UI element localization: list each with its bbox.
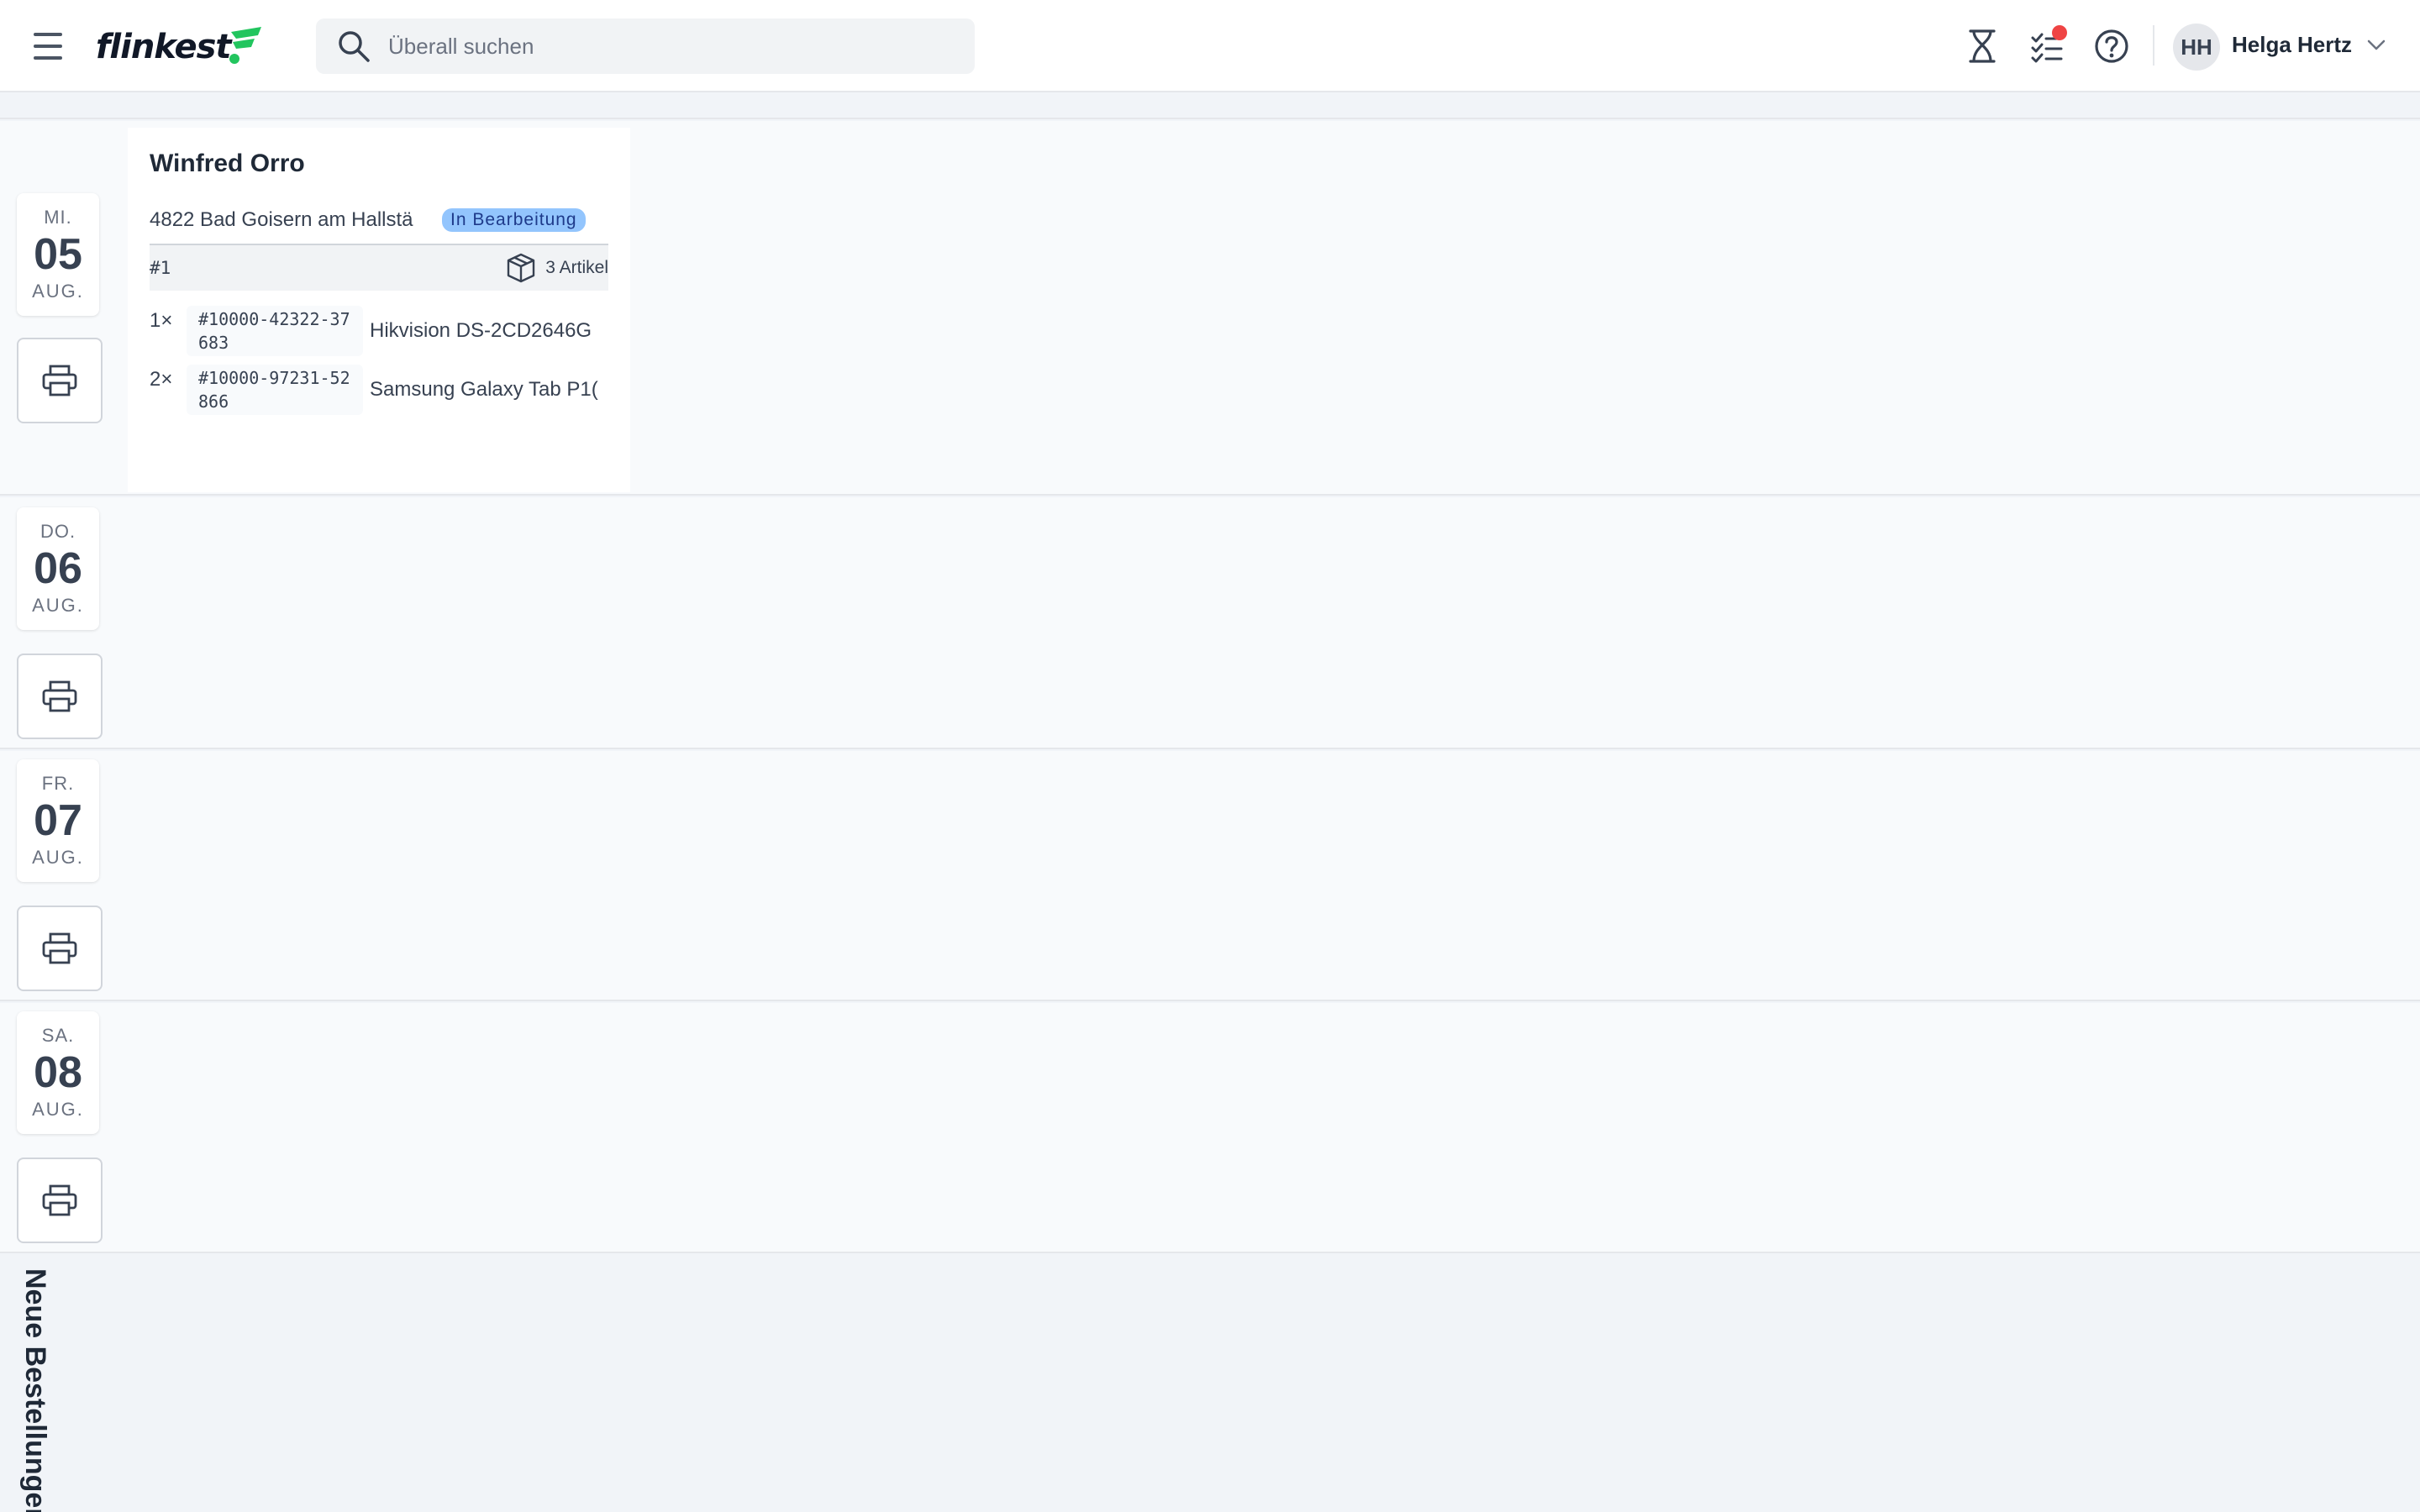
printer-icon xyxy=(42,365,77,396)
search-icon xyxy=(333,25,375,67)
order-card[interactable]: Winfred Orro 4822 Bad Goisern am Hallstä… xyxy=(128,128,630,492)
line-item[interactable]: 1× #10000-42322-37683 Hikvision DS-2CD26… xyxy=(150,306,608,360)
tasks-icon[interactable] xyxy=(2027,25,2069,67)
item-quantity: 2× xyxy=(150,368,173,391)
day-number: 06 xyxy=(34,544,82,593)
day-of-week: DO. xyxy=(39,521,76,542)
package-item-count: 3 Artikel xyxy=(505,252,608,284)
item-sku: #10000-42322-37683 xyxy=(187,306,363,356)
day-of-week: SA. xyxy=(41,1025,75,1046)
printer-icon xyxy=(42,932,77,964)
help-icon[interactable] xyxy=(2091,25,2133,67)
day-row: DO. 06 AUG. xyxy=(0,497,2420,749)
date-card: DO. 06 AUG. xyxy=(17,507,99,630)
month: AUG. xyxy=(32,847,84,868)
item-product: Hikvision DS-2CD2646G xyxy=(370,319,592,342)
date-card: FR. 07 AUG. xyxy=(17,759,99,882)
flinkest-logo[interactable]: flinkest xyxy=(96,22,272,72)
hourglass-icon[interactable] xyxy=(1961,25,2003,67)
day-of-week: MI. xyxy=(44,207,72,228)
day-row: MI. 05 AUG. Winfred Orro 4822 Bad Goiser… xyxy=(0,121,2420,496)
item-sku: #10000-97231-52866 xyxy=(187,365,363,415)
top-header: flinkest Überall suchen HH Helga Hertz xyxy=(0,0,2420,92)
day-of-week: FR. xyxy=(41,773,75,794)
print-button[interactable] xyxy=(17,906,103,991)
day-number: 05 xyxy=(34,230,82,279)
month: AUG. xyxy=(32,595,84,616)
menu-icon[interactable] xyxy=(30,29,66,63)
month: AUG. xyxy=(32,1099,84,1120)
new-orders-label[interactable]: Neue Bestellungen xyxy=(18,1268,51,1512)
day-row: FR. 07 AUG. xyxy=(0,751,2420,1001)
package-header: #1 3 Artikel xyxy=(150,244,608,291)
print-button[interactable] xyxy=(17,1158,103,1243)
item-quantity: 1× xyxy=(150,309,173,332)
item-count-label: 3 Artikel xyxy=(545,258,608,277)
date-card: SA. 08 AUG. xyxy=(17,1011,99,1134)
line-item[interactable]: 2× #10000-97231-52866 Samsung Galaxy Tab… xyxy=(150,365,608,418)
user-name[interactable]: Helga Hertz xyxy=(2232,32,2352,58)
customer-name: Winfred Orro xyxy=(150,150,305,177)
month: AUG. xyxy=(32,281,84,302)
search-input[interactable] xyxy=(388,33,926,60)
address-line: 4822 Bad Goisern am Hallstä In Bearbeitu… xyxy=(150,203,629,237)
printer-icon xyxy=(42,680,77,712)
avatar[interactable]: HH xyxy=(2173,24,2220,71)
package-number: #1 xyxy=(150,258,171,278)
logo-text: flinkest xyxy=(96,28,232,66)
date-card: MI. 05 AUG. xyxy=(17,193,99,316)
logo-mark-icon xyxy=(229,27,261,64)
day-row: SA. 08 AUG. xyxy=(0,1003,2420,1253)
box-icon xyxy=(508,253,535,283)
notification-dot xyxy=(2052,25,2067,40)
day-number: 08 xyxy=(34,1048,82,1097)
customer-address: 4822 Bad Goisern am Hallstä xyxy=(150,208,413,231)
print-button[interactable] xyxy=(17,338,103,423)
toolbar-strip xyxy=(0,92,2420,119)
item-product: Samsung Galaxy Tab P1( xyxy=(370,378,598,401)
day-number: 07 xyxy=(34,796,82,845)
global-search[interactable] xyxy=(316,18,975,74)
chevron-down-icon[interactable] xyxy=(2366,37,2386,54)
header-divider xyxy=(2153,25,2154,66)
printer-icon xyxy=(42,1184,77,1216)
status-badge: In Bearbeitung xyxy=(442,208,586,232)
print-button[interactable] xyxy=(17,654,103,739)
